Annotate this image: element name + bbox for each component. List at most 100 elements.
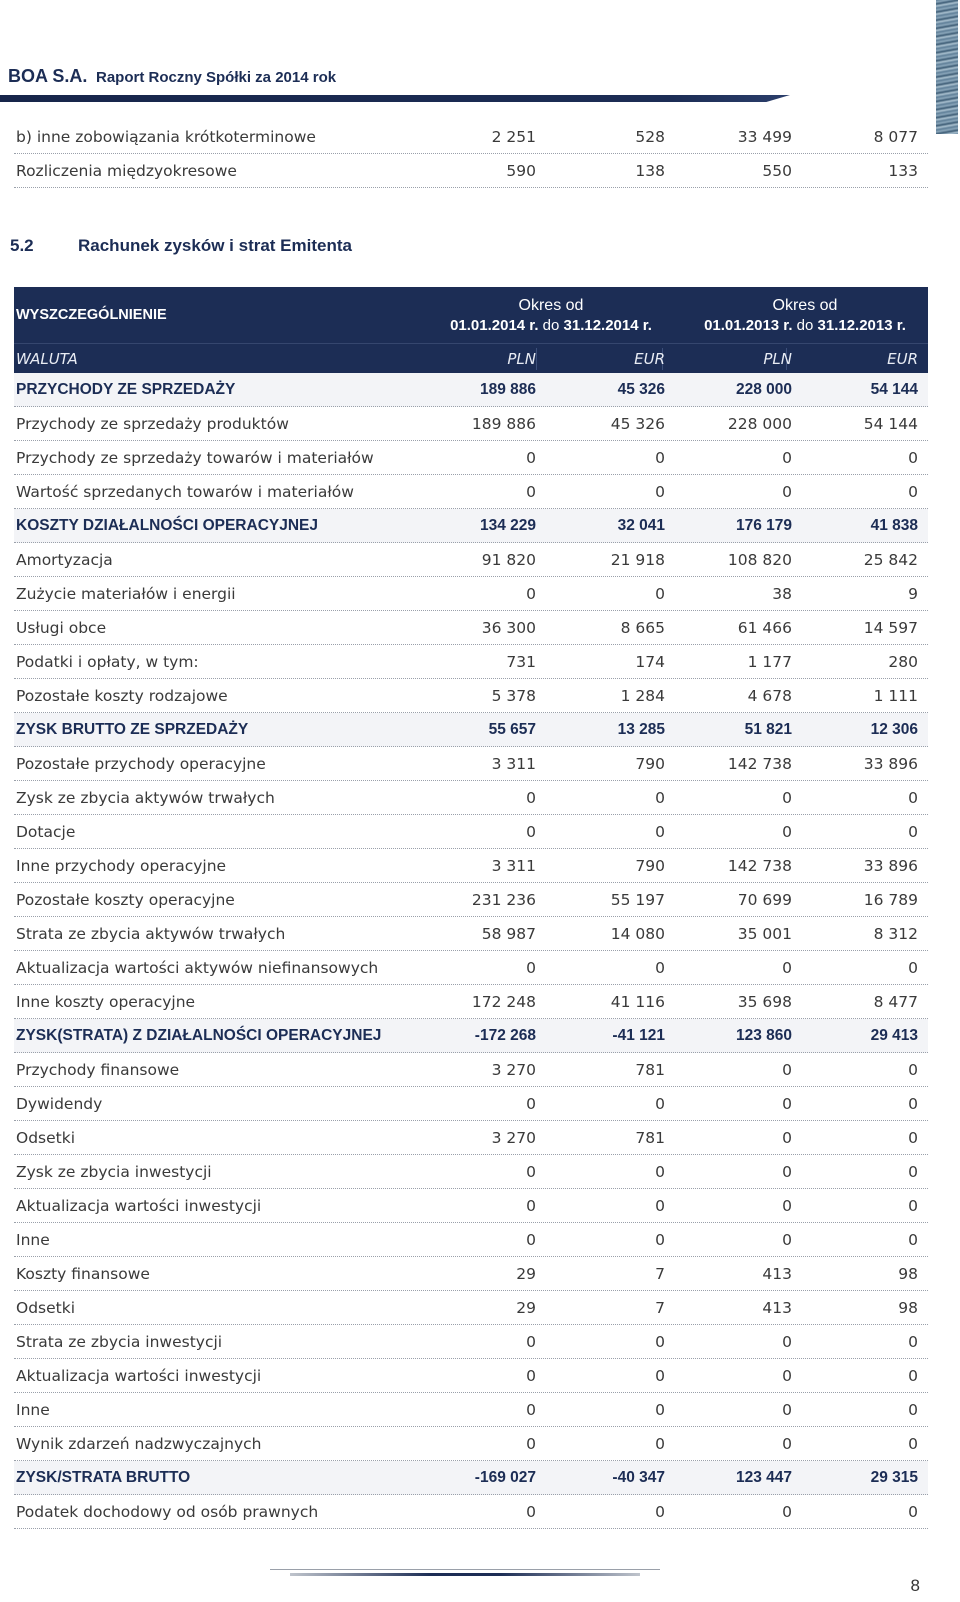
- value-eur-2014: 45 326: [610, 415, 665, 433]
- value-pln-2013: 413: [762, 1265, 792, 1283]
- income-statement-table: WYSZCZEGÓLNIENIE Okres od 01.01.2014 r. …: [14, 287, 928, 1529]
- value-pln-2014: 0: [526, 823, 536, 841]
- value-eur-2013: 8 477: [873, 993, 918, 1011]
- table-row: Przychody finansowe 3 270 781 0 0: [14, 1053, 928, 1087]
- row-label: Aktualizacja wartości inwestycji: [16, 1197, 262, 1215]
- table-row: Zużycie materiałów i energii 0 0 38 9: [14, 577, 928, 611]
- table-row: Inne 0 0 0 0: [14, 1393, 928, 1427]
- table-body: PRZYCHODY ZE SPRZEDAŻY 189 886 45 326 228 0…: [14, 373, 928, 1529]
- period-2014-header: Okres od 01.01.2014 r. do 31.12.2014 r.: [436, 296, 666, 336]
- value-eur-2014: 13 285: [617, 721, 665, 738]
- row-label: Przychody ze sprzedaży towarów i materia…: [16, 449, 374, 467]
- value-pln-2013: 0: [782, 1503, 792, 1521]
- value-eur-2013: 0: [908, 1503, 918, 1521]
- value-eur-2013: 0: [908, 789, 918, 807]
- row-label: Pozostałe przychody operacyjne: [16, 755, 266, 773]
- value-eur-2014: 0: [655, 1367, 665, 1385]
- value-eur-2014: 174: [635, 653, 665, 671]
- value-pln-2014: 189 886: [479, 381, 536, 398]
- value-eur-2013: 0: [908, 1333, 918, 1351]
- value-eur-2014: 45 326: [617, 381, 665, 398]
- row-label: Pozostałe koszty operacyjne: [16, 891, 235, 909]
- currency-pln-2014: PLN: [507, 350, 536, 368]
- value-eur-2013: 0: [908, 1401, 918, 1419]
- value-pln-2014: 172 248: [471, 993, 536, 1011]
- value-pln-2013: 0: [782, 483, 792, 501]
- period-2013-header: Okres od 01.01.2013 r. do 31.12.2013 r.: [690, 296, 920, 336]
- company-name: BOA S.A.: [8, 66, 88, 86]
- value-eur-2014: 1 284: [620, 687, 665, 705]
- value-pln-2013: 0: [782, 1095, 792, 1113]
- table-row-total: KOSZTY DZIAŁALNOŚCI OPERACYJNEJ 134 229 32…: [14, 509, 928, 543]
- value-eur-2014: 32 041: [617, 517, 665, 534]
- header-rule: [0, 95, 790, 102]
- row-label: Inne: [16, 1401, 50, 1419]
- value-pln-2014: 0: [526, 449, 536, 467]
- value-eur-2014: 138: [635, 162, 665, 180]
- value-pln-2014: 3 270: [491, 1061, 536, 1079]
- value-pln-2014: -169 027: [474, 1469, 536, 1486]
- value-pln-2013: 142 738: [727, 755, 792, 773]
- row-label: b) inne zobowiązania krótkoterminowe: [16, 128, 316, 146]
- value-eur-2014: 0: [655, 1435, 665, 1453]
- value-eur-2013: 280: [888, 653, 918, 671]
- value-eur-2014: 0: [655, 1231, 665, 1249]
- value-eur-2013: 29 315: [870, 1469, 918, 1486]
- value-eur-2014: 0: [655, 449, 665, 467]
- value-pln-2014: 189 886: [471, 415, 536, 433]
- value-pln-2014: 58 987: [481, 925, 536, 943]
- value-eur-2014: 528: [635, 128, 665, 146]
- currency-eur-2014: EUR: [634, 350, 665, 368]
- row-label: Zużycie materiałów i energii: [16, 585, 236, 603]
- table-row: Aktualizacja wartości inwestycji 0 0 0 0: [14, 1359, 928, 1393]
- value-pln-2013: 0: [782, 1163, 792, 1181]
- value-pln-2014: 29: [516, 1299, 536, 1317]
- value-eur-2014: 790: [635, 755, 665, 773]
- value-eur-2014: 7: [655, 1265, 665, 1283]
- row-label: KOSZTY DZIAŁALNOŚCI OPERACYJNEJ: [16, 517, 319, 534]
- row-label: Inne koszty operacyjne: [16, 993, 196, 1011]
- value-eur-2014: 781: [635, 1129, 665, 1147]
- table-row: Dotacje 0 0 0 0: [14, 815, 928, 849]
- value-eur-2014: 0: [655, 959, 665, 977]
- page-number: 8: [910, 1576, 920, 1595]
- row-label: Aktualizacja wartości inwestycji: [16, 1367, 262, 1385]
- row-label: Przychody ze sprzedaży produktów: [16, 415, 289, 433]
- value-pln-2014: 29: [516, 1265, 536, 1283]
- value-pln-2014: 0: [526, 1163, 536, 1181]
- value-eur-2013: 0: [908, 823, 918, 841]
- value-eur-2013: 25 842: [863, 551, 918, 569]
- value-pln-2014: 0: [526, 585, 536, 603]
- value-eur-2014: 0: [655, 1333, 665, 1351]
- row-label: Amortyzacja: [16, 551, 113, 569]
- value-eur-2013: 0: [908, 1163, 918, 1181]
- value-eur-2013: 54 144: [863, 415, 918, 433]
- value-eur-2013: 41 838: [870, 517, 918, 534]
- value-pln-2013: 0: [782, 959, 792, 977]
- value-pln-2014: 231 236: [471, 891, 536, 909]
- value-eur-2013: 0: [908, 1367, 918, 1385]
- value-pln-2013: 0: [782, 1197, 792, 1215]
- row-label: PRZYCHODY ZE SPRZEDAŻY: [16, 381, 236, 398]
- value-pln-2013: 0: [782, 1401, 792, 1419]
- value-eur-2013: 14 597: [863, 619, 918, 637]
- row-label: Rozliczenia międzyokresowe: [16, 162, 237, 180]
- value-eur-2014: 0: [655, 1401, 665, 1419]
- table-row: Usługi obce 36 300 8 665 61 466 14 597: [14, 611, 928, 645]
- period-from: 01.01.2013 r.: [704, 317, 793, 334]
- row-label: Dywidendy: [16, 1095, 103, 1113]
- value-pln-2013: 1 177: [747, 653, 792, 671]
- row-label: Podatek dochodowy od osób prawnych: [16, 1503, 319, 1521]
- value-pln-2013: 70 699: [737, 891, 792, 909]
- row-label: Wynik zdarzeń nadzwyczajnych: [16, 1435, 262, 1453]
- row-label: ZYSK/STRATA BRUTTO: [16, 1469, 191, 1486]
- value-eur-2014: 41 116: [610, 993, 665, 1011]
- value-eur-2014: 0: [655, 1163, 665, 1181]
- currency-label: WALUTA: [16, 350, 78, 368]
- table-row: Aktualizacja wartości aktywów niefinanso…: [14, 951, 928, 985]
- value-eur-2014: 0: [655, 1095, 665, 1113]
- value-pln-2013: 123 860: [735, 1027, 792, 1044]
- value-eur-2014: 55 197: [610, 891, 665, 909]
- value-eur-2014: 781: [635, 1061, 665, 1079]
- value-pln-2014: -172 268: [474, 1027, 536, 1044]
